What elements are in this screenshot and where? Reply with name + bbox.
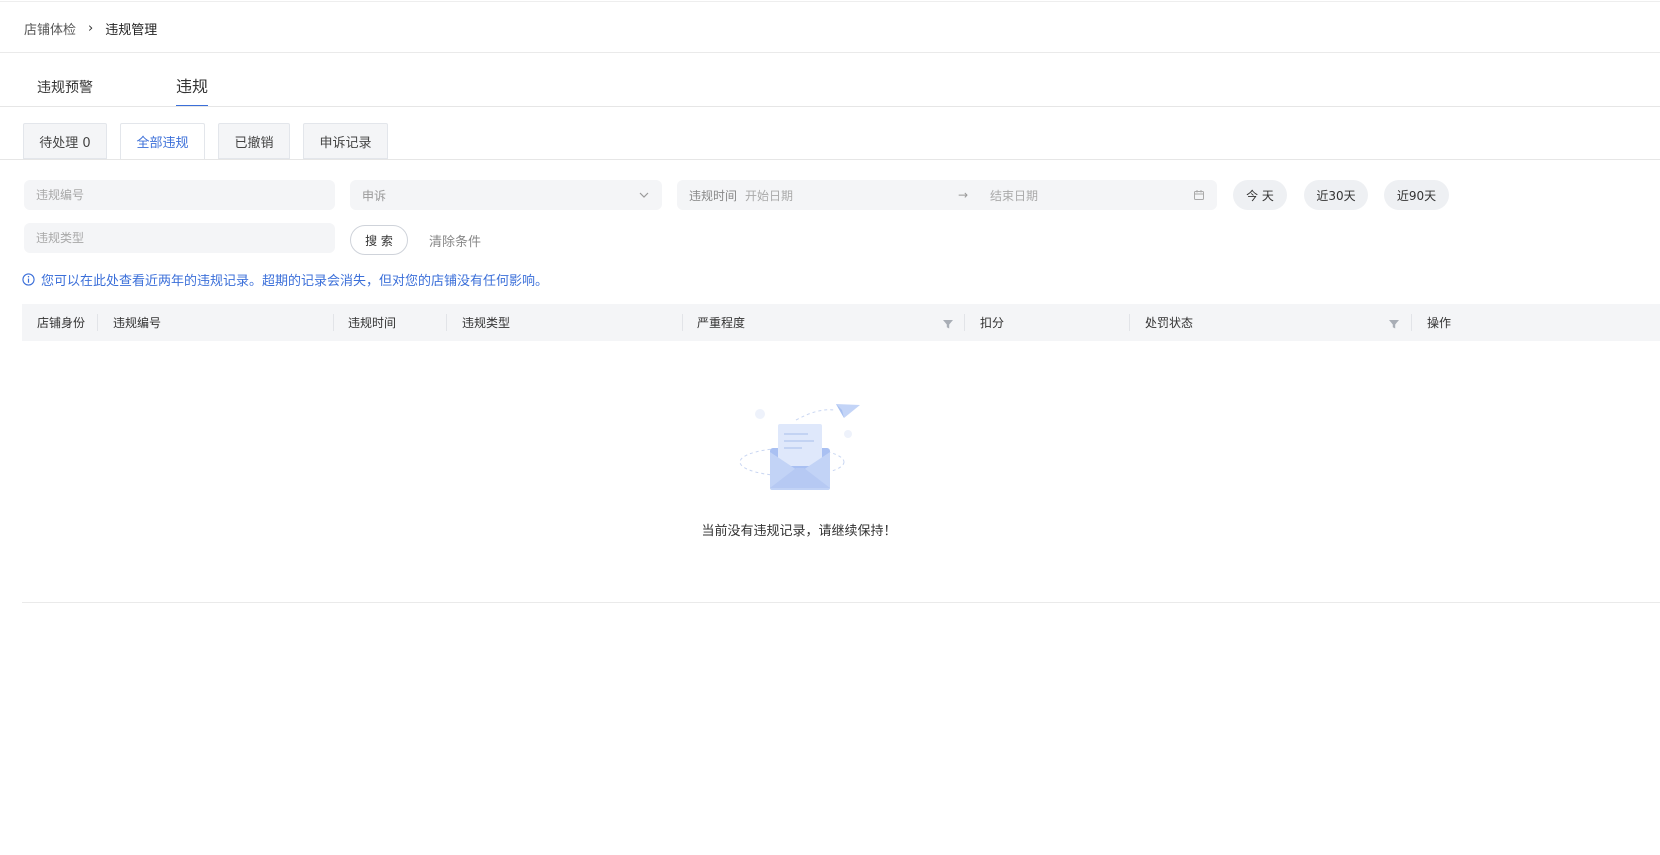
subtab-pending[interactable]: 待处理 0: [23, 123, 107, 159]
range-arrow-icon: →: [957, 188, 969, 202]
column-violation-type: 违规类型: [462, 316, 511, 330]
column-penalty-status: 处罚状态: [1145, 316, 1194, 330]
end-date-input[interactable]: 结束日期: [990, 187, 1193, 204]
appeal-select-value: 申诉: [362, 188, 387, 203]
violation-no-input[interactable]: [36, 188, 323, 202]
subtab-all-violations[interactable]: 全部违规: [120, 123, 205, 160]
breadcrumb-root[interactable]: 店铺体检: [24, 19, 76, 38]
top-border: [0, 1, 1660, 2]
violation-no-field: [24, 180, 335, 210]
appeal-select[interactable]: 申诉: [350, 180, 662, 210]
date-range-label: 违规时间: [689, 188, 738, 203]
clear-filters-link[interactable]: 清除条件: [429, 231, 481, 250]
breadcrumb: 店铺体检 › 违规管理: [24, 18, 157, 38]
tab-violation-warning[interactable]: 违规预警: [37, 77, 93, 97]
empty-envelope-illustration: [739, 404, 860, 490]
column-store-identity: 店铺身份: [37, 316, 86, 330]
subtab-revoked[interactable]: 已撤销: [218, 123, 290, 159]
column-separator: [682, 314, 683, 331]
search-button[interactable]: 搜 索: [350, 225, 408, 255]
date-range-picker[interactable]: 违规时间 开始日期 → 结束日期: [677, 180, 1217, 210]
breadcrumb-current: 违规管理: [105, 22, 158, 38]
subtab-appeal-records[interactable]: 申诉记录: [303, 123, 388, 159]
quick-today-button[interactable]: 今 天: [1233, 180, 1287, 210]
start-date-input[interactable]: 开始日期: [745, 187, 948, 204]
chevron-right-icon: ›: [88, 20, 94, 36]
column-separator: [1129, 314, 1130, 331]
filter-icon[interactable]: [1388, 318, 1400, 330]
column-separator: [97, 314, 98, 331]
notice-bar: 您可以在此处查看近两年的违规记录。超期的记录会消失，但对您的店铺没有任何影响。: [22, 270, 548, 289]
column-violation-no: 违规编号: [113, 316, 162, 330]
column-violation-time: 违规时间: [348, 316, 397, 330]
filter-icon[interactable]: [942, 318, 954, 330]
column-separator: [1411, 314, 1412, 331]
column-separator: [446, 314, 447, 331]
tabs-divider: [0, 106, 1660, 107]
chevron-down-icon: [639, 192, 649, 198]
violation-type-field: [24, 223, 335, 253]
column-separator: [964, 314, 965, 331]
empty-state-text: 当前没有违规记录，请继续保持！: [701, 524, 897, 539]
column-severity: 严重程度: [697, 316, 746, 330]
table-bottom-border: [22, 602, 1660, 603]
column-deduction: 扣分: [980, 316, 1005, 330]
column-separator: [333, 314, 334, 331]
violation-type-input[interactable]: [36, 231, 323, 245]
info-icon: [22, 273, 35, 286]
table-header: 店铺身份 违规编号 违规时间 违规类型 严重程度 扣分 处罚状态 操作: [22, 304, 1660, 341]
quick-90-days-button[interactable]: 近90天: [1384, 180, 1449, 210]
calendar-icon: [1194, 190, 1205, 200]
notice-text: 您可以在此处查看近两年的违规记录。超期的记录会消失，但对您的店铺没有任何影响。: [41, 274, 549, 289]
quick-30-days-button[interactable]: 近30天: [1304, 180, 1368, 210]
header-divider: [0, 52, 1660, 53]
tab-violation[interactable]: 违规: [176, 73, 209, 107]
column-actions: 操作: [1427, 316, 1452, 330]
subtabs-divider: [0, 159, 1660, 160]
